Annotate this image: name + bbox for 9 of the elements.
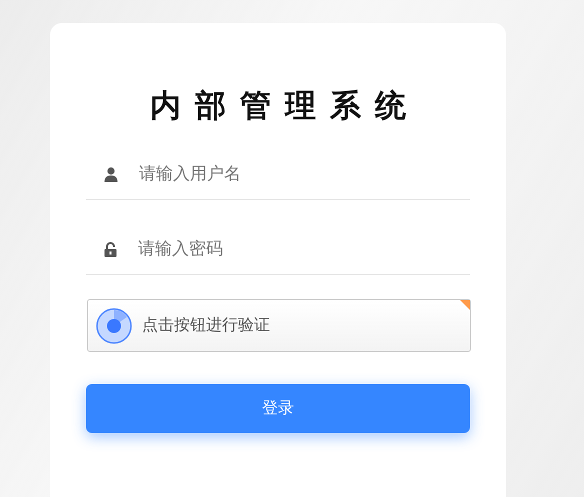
corner-mark-icon [460, 300, 470, 310]
user-icon [104, 166, 118, 182]
username-field[interactable]: 请输入用户名 [137, 163, 470, 185]
login-title: 内部管理系统 [149, 87, 421, 126]
radar-icon [96, 308, 132, 344]
login-button[interactable]: 登录 [86, 384, 470, 433]
captcha-button[interactable]: 点击按钮进行验证 [87, 299, 471, 352]
password-field[interactable]: 请输入密码 [136, 238, 470, 260]
lock-icon [104, 242, 117, 256]
